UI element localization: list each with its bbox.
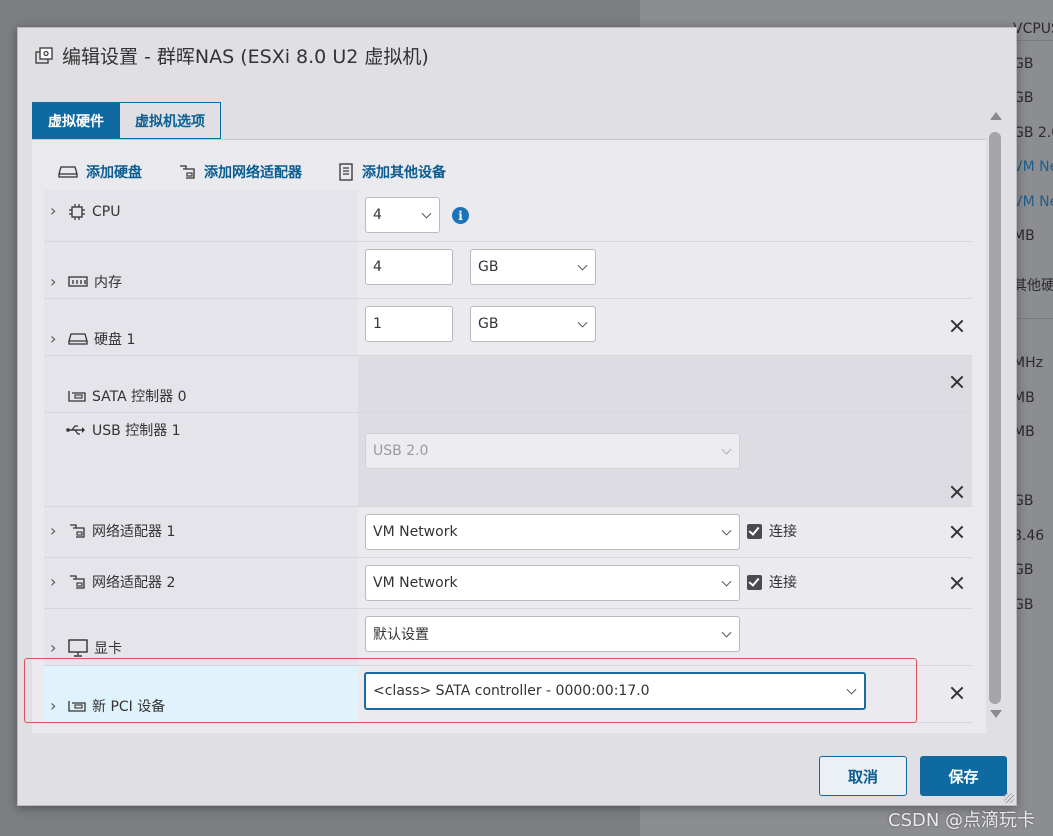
remove-sata-close-icon[interactable] <box>950 375 964 389</box>
disk-label[interactable]: › 硬盘 1 <box>50 329 135 349</box>
tab-virtual-hardware[interactable]: 虚拟硬件 <box>32 102 120 139</box>
bg-fragment: VM Netw <box>1013 194 1053 210</box>
expand-chevron-icon: › <box>50 201 57 220</box>
disk-size-input[interactable]: 1 <box>365 306 453 342</box>
disk-unit-select[interactable]: GB <box>470 306 596 342</box>
cancel-button[interactable]: 取消 <box>819 756 907 796</box>
add-network-label: 添加网络适配器 <box>204 165 302 181</box>
bg-fragment: VM Netw <box>1013 159 1053 175</box>
dialog-title-text: 编辑设置 - 群晖NAS (ESXi 8.0 U2 虚拟机) <box>62 46 429 68</box>
other-device-icon <box>339 163 353 181</box>
sata-controller-row: SATA 控制器 0 <box>44 356 972 413</box>
video-card-label[interactable]: › 显卡 <box>50 638 122 658</box>
cpu-count-select[interactable]: 4 <box>365 197 440 233</box>
remove-pci-close-icon[interactable] <box>950 686 964 700</box>
remove-disk-close-icon[interactable] <box>950 319 964 333</box>
chevron-down-icon <box>721 444 732 455</box>
disk-row: › 硬盘 1 1 GB <box>44 299 972 356</box>
watermark: CSDN @点滴玩卡 <box>888 810 1036 831</box>
chevron-down-icon <box>577 317 588 328</box>
network-2-select[interactable]: VM Network <box>365 565 740 601</box>
add-other-device-button[interactable]: 添加其他设备 <box>338 162 446 182</box>
memory-size-input[interactable]: 4 <box>365 249 453 285</box>
add-network-button[interactable]: 添加网络适配器 <box>178 162 302 182</box>
bg-fragment: VCPUS <box>1013 21 1053 37</box>
usb-version-select: USB 2.0 <box>365 433 740 469</box>
video-card-select[interactable]: 默认设置 <box>365 616 740 652</box>
vm-settings-icon <box>35 46 53 64</box>
dialog-title: 编辑设置 - 群晖NAS (ESXi 8.0 U2 虚拟机) <box>34 42 429 69</box>
chevron-down-icon <box>846 684 857 695</box>
usb-icon <box>66 425 85 435</box>
chevron-down-icon <box>577 260 588 271</box>
controller-icon <box>68 391 86 402</box>
pci-device-select[interactable]: <class> SATA controller - 0000:00:17.0 <box>364 672 866 710</box>
sata-controller-label: SATA 控制器 0 <box>68 386 187 406</box>
network-adapter-1-label[interactable]: › 网络适配器 1 <box>50 521 175 541</box>
network-1-connect-checkbox[interactable]: 连接 <box>747 521 797 541</box>
expand-chevron-icon: › <box>50 328 57 348</box>
scroll-thumb[interactable] <box>989 132 1001 704</box>
new-pci-device-row: › 新 PCI 设备 <class> SATA controller - 000… <box>44 666 972 723</box>
memory-icon <box>68 276 88 287</box>
network-adapter-2-row: › 网络适配器 2 VM Network 连接 <box>44 558 972 609</box>
expand-chevron-icon: › <box>50 271 57 291</box>
usb-controller-row: USB 控制器 1 USB 2.0 <box>44 413 972 507</box>
chevron-down-icon <box>721 627 732 638</box>
resize-grip-icon[interactable] <box>1004 793 1014 803</box>
new-pci-device-label[interactable]: › 新 PCI 设备 <box>50 696 165 716</box>
cpu-label[interactable]: › CPU <box>50 201 120 221</box>
expand-chevron-icon: › <box>50 520 57 540</box>
hardware-panel: 添加硬盘 添加网络适配器 添加其他设备 › CPU 4 i › 内存 4 GB … <box>32 139 987 733</box>
dialog-tabs: 虚拟硬件 虚拟机选项 <box>32 102 221 139</box>
remove-usb-close-icon[interactable] <box>950 485 964 499</box>
hardware-table: › CPU 4 i › 内存 4 GB › 硬盘 1 1 GB SATA 控制器… <box>44 190 972 723</box>
add-disk-button[interactable]: 添加硬盘 <box>58 162 142 182</box>
network-adapter-2-label[interactable]: › 网络适配器 2 <box>50 572 175 592</box>
add-other-device-label: 添加其他设备 <box>362 165 446 181</box>
chevron-down-icon <box>421 208 432 219</box>
video-card-row: › 显卡 默认设置 <box>44 609 972 666</box>
expand-chevron-icon: › <box>50 571 57 591</box>
bg-fragment: GB 2.0 <box>1013 125 1053 141</box>
network-adapter-1-row: › 网络适配器 1 VM Network 连接 <box>44 507 972 558</box>
pci-device-icon <box>68 701 86 712</box>
chevron-down-icon <box>721 525 732 536</box>
memory-row: › 内存 4 GB <box>44 242 972 299</box>
hardware-toolbar: 添加硬盘 添加网络适配器 添加其他设备 <box>58 162 482 182</box>
expand-chevron-icon: › <box>50 637 57 657</box>
scroll-down-icon[interactable] <box>990 710 1002 718</box>
disk-icon <box>68 333 88 345</box>
panel-scrollbar[interactable] <box>986 102 1005 728</box>
info-icon[interactable]: i <box>452 207 469 224</box>
save-button[interactable]: 保存 <box>920 756 1007 796</box>
disk-icon <box>58 166 78 178</box>
network-adapter-icon <box>70 575 85 589</box>
network-adapter-icon <box>180 165 195 179</box>
expand-chevron-icon: › <box>50 695 57 715</box>
bg-fragment: 8.46 <box>1013 528 1045 544</box>
usb-controller-label: USB 控制器 1 <box>66 420 181 440</box>
add-disk-label: 添加硬盘 <box>86 165 142 181</box>
checkbox-checked-icon <box>747 574 762 590</box>
network-adapter-icon <box>70 524 85 538</box>
memory-label[interactable]: › 内存 <box>50 272 122 292</box>
scroll-up-icon[interactable] <box>990 112 1002 120</box>
memory-unit-select[interactable]: GB <box>470 249 596 285</box>
network-1-select[interactable]: VM Network <box>365 514 740 550</box>
tab-vm-options[interactable]: 虚拟机选项 <box>120 102 221 139</box>
remove-network-2-close-icon[interactable] <box>950 576 964 590</box>
network-2-connect-checkbox[interactable]: 连接 <box>747 572 797 592</box>
monitor-icon <box>68 639 88 657</box>
remove-network-1-close-icon[interactable] <box>950 525 964 539</box>
cpu-row: › CPU 4 i <box>44 190 972 242</box>
bg-fragment: 其他硬件 <box>1013 278 1053 294</box>
chevron-down-icon <box>721 576 732 587</box>
checkbox-checked-icon <box>747 523 762 539</box>
cpu-icon <box>69 203 85 220</box>
edit-settings-dialog: 编辑设置 - 群晖NAS (ESXi 8.0 U2 虚拟机) 虚拟硬件 虚拟机选… <box>17 27 1017 806</box>
bg-fragment: MHz <box>1013 355 1043 371</box>
